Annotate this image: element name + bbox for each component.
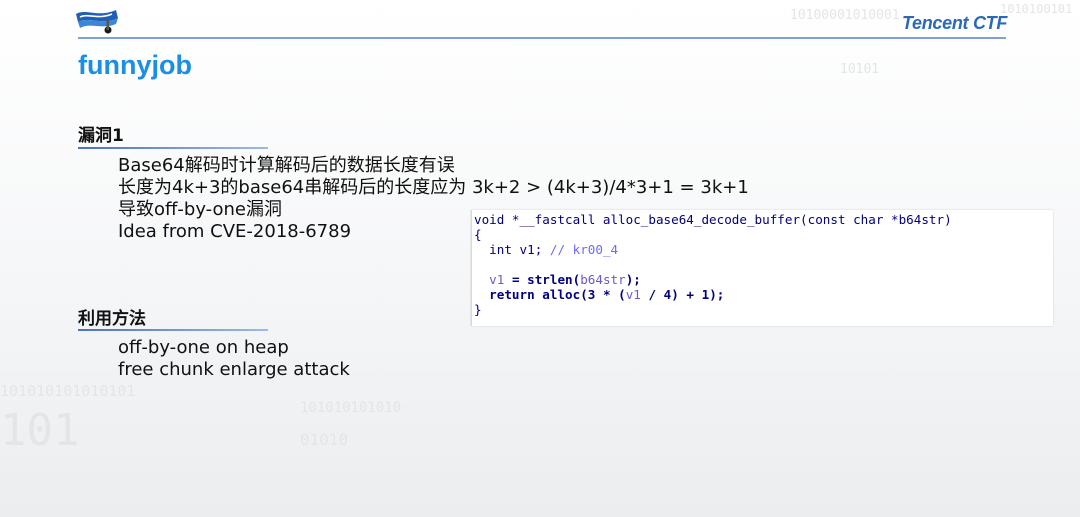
code-comment: // kr00_4: [549, 242, 619, 257]
exploit-line-1: off-by-one on heap: [118, 337, 289, 358]
flag-logo-icon: [76, 10, 118, 34]
code-return-func: alloc: [542, 287, 581, 302]
bg-digits: 101010101010101: [0, 382, 136, 400]
page-title: funnyjob: [78, 50, 192, 80]
vuln-line-3: 导致off-by-one漏洞: [118, 199, 282, 220]
code-open-brace: {: [474, 227, 482, 242]
code-signature: void *__fastcall alloc_base64_decode_buf…: [474, 212, 952, 227]
code-assign-arg: b64str: [580, 272, 626, 287]
section-heading-vuln: 漏洞1: [78, 126, 124, 146]
bg-digits: 10100001010001: [790, 8, 900, 23]
section-underline: [78, 329, 268, 331]
code-close-brace: }: [474, 302, 482, 317]
exploit-line-2: free chunk enlarge attack: [118, 359, 350, 380]
bg-digits: 101010101010: [300, 400, 402, 416]
vuln-line-4: Idea from CVE-2018-6789: [118, 221, 352, 242]
bg-digits: 01010: [300, 430, 349, 449]
code-decl-var: v1: [519, 242, 535, 257]
code-assign-func: strlen: [527, 272, 573, 287]
section-heading-exploit: 利用方法: [78, 309, 146, 329]
code-assign-var: v1: [489, 272, 505, 287]
code-num: 3: [587, 287, 596, 302]
code-decl-type: int: [489, 242, 512, 257]
code-block: void *__fastcall alloc_base64_decode_buf…: [474, 212, 952, 317]
vuln-line-2: 长度为4k+3的base64串解码后的长度应为 3k+2 > (4k+3)/4*…: [118, 177, 749, 198]
bg-digits: 10101: [840, 62, 880, 77]
bg-digits: 1010100101: [1000, 2, 1073, 16]
code-snippet: void *__fastcall alloc_base64_decode_buf…: [471, 210, 1053, 326]
brand-name: Tencent CTF: [902, 13, 1008, 33]
bg-digits: 101: [0, 405, 80, 456]
section-underline: [78, 147, 268, 149]
header-divider: [78, 37, 1006, 39]
code-return-var: v1: [625, 287, 641, 302]
vuln-line-1: Base64解码时计算解码后的数据长度有误: [118, 155, 455, 176]
code-return-kw: return: [489, 287, 535, 302]
